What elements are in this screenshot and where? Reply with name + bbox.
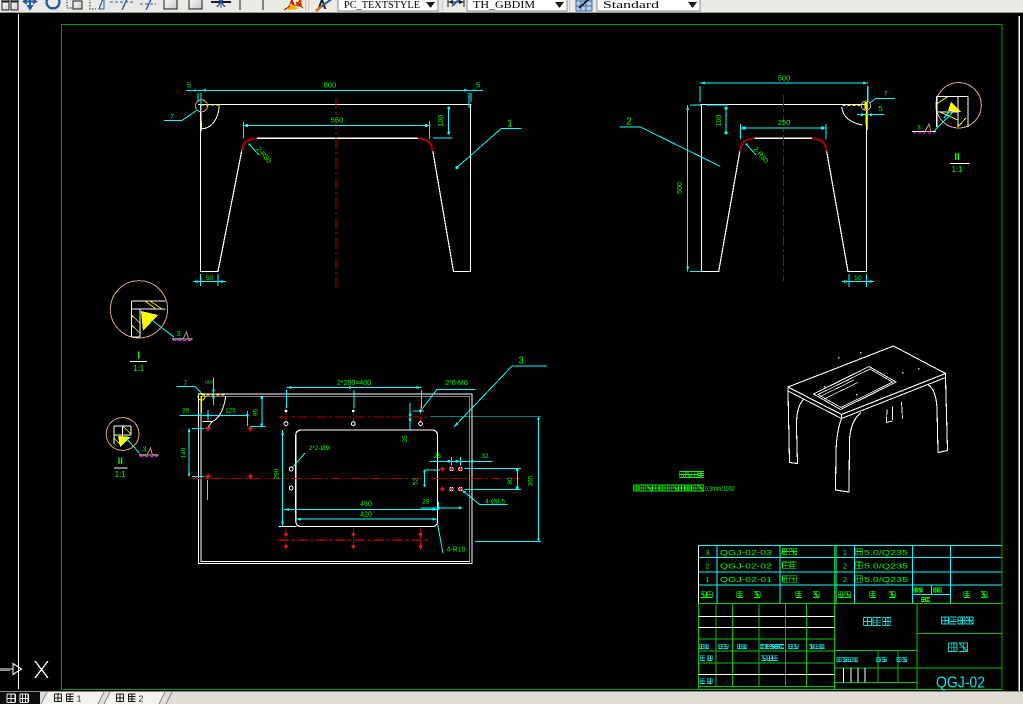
svg-text:80: 80 — [507, 477, 514, 485]
svg-text:365: 365 — [528, 475, 535, 486]
svg-text:3: 3 — [705, 548, 709, 557]
svg-text:420: 420 — [360, 512, 372, 519]
svg-text:TH_GBDIM: TH_GBDIM — [473, 0, 535, 11]
svg-text:2: 2 — [705, 562, 709, 571]
svg-text:100: 100 — [716, 115, 723, 127]
svg-text:5: 5 — [187, 81, 191, 90]
svg-text:28: 28 — [422, 499, 430, 506]
svg-text:1: 1 — [843, 548, 847, 557]
svg-text:2: 2 — [843, 562, 847, 571]
svg-text:100: 100 — [438, 115, 445, 127]
svg-text:3: 3 — [142, 447, 146, 454]
svg-text:3: 3 — [177, 331, 181, 338]
svg-text:5.0/Q235: 5.0/Q235 — [864, 550, 908, 557]
svg-text:1:1: 1:1 — [133, 364, 145, 373]
svg-text:2: 2 — [843, 575, 847, 584]
svg-text:2: 2 — [139, 694, 144, 704]
svg-text:QGJ-02-01: QGJ-02-01 — [720, 575, 772, 584]
svg-text:290: 290 — [274, 468, 281, 479]
svg-text:Standard: Standard — [603, 0, 660, 11]
svg-text:1:1: 1:1 — [115, 470, 127, 479]
svg-text:5: 5 — [476, 81, 480, 90]
svg-text:250: 250 — [778, 118, 791, 127]
svg-text:1: 1 — [77, 694, 82, 704]
svg-text:1:1: 1:1 — [951, 165, 963, 174]
svg-text:5: 5 — [878, 104, 882, 113]
svg-text:95: 95 — [253, 409, 260, 417]
svg-text:50: 50 — [206, 275, 214, 282]
svg-text:4-R10: 4-R10 — [446, 547, 465, 554]
svg-text:3: 3 — [518, 356, 524, 367]
svg-text:50: 50 — [854, 275, 862, 282]
svg-text:32: 32 — [481, 453, 489, 460]
svg-text:800: 800 — [324, 81, 337, 90]
svg-text:QGJ-02: QGJ-02 — [936, 675, 985, 692]
svg-text:7: 7 — [170, 112, 174, 121]
svg-text:140: 140 — [181, 447, 188, 458]
svg-text:25: 25 — [434, 453, 442, 460]
svg-text:125: 125 — [225, 408, 236, 415]
svg-text:PC_TEXTSTYLE: PC_TEXTSTYLE — [344, 0, 420, 11]
svg-text:II: II — [954, 152, 960, 163]
svg-text:20: 20 — [182, 408, 190, 415]
svg-text:450: 450 — [360, 501, 372, 508]
svg-text:550: 550 — [331, 116, 344, 125]
svg-text:2: 2 — [626, 117, 632, 128]
svg-text:5.0/Q235: 5.0/Q235 — [864, 564, 908, 571]
svg-text:500: 500 — [778, 74, 791, 83]
svg-text:1: 1 — [705, 575, 709, 584]
svg-text:500: 500 — [677, 182, 684, 194]
svg-text:QGJ-02-03: QGJ-02-03 — [720, 548, 772, 557]
svg-text:0.5mm/1000: 0.5mm/1000 — [705, 486, 735, 493]
svg-text:52: 52 — [413, 478, 420, 486]
svg-text:35: 35 — [402, 435, 409, 443]
svg-text:ucs: ucs — [205, 380, 213, 386]
svg-text:I: I — [137, 351, 140, 362]
svg-text:2*200=400: 2*200=400 — [337, 380, 371, 387]
svg-text:5.0/Q235: 5.0/Q235 — [864, 577, 908, 584]
svg-text:2*6-M6: 2*6-M6 — [445, 380, 468, 387]
svg-text:II: II — [118, 456, 123, 466]
svg-text:2*2-Ø9: 2*2-Ø9 — [309, 445, 330, 452]
svg-text:7: 7 — [884, 90, 888, 97]
svg-text:QGJ-02-02: QGJ-02-02 — [720, 562, 772, 571]
